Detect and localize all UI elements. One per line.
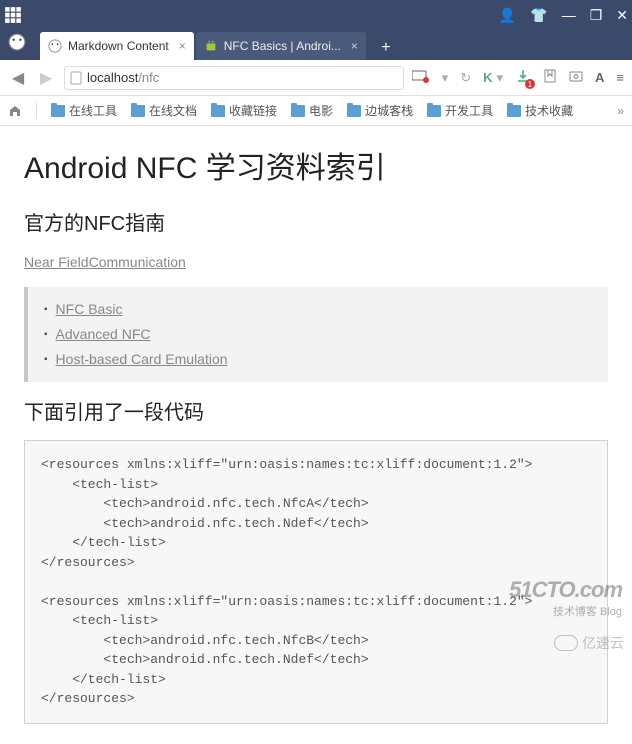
link-advanced-nfc[interactable]: Advanced NFC bbox=[56, 324, 151, 345]
minimize-button[interactable]: — bbox=[562, 7, 576, 23]
home-button[interactable] bbox=[8, 104, 22, 118]
tab-label: NFC Basics | Androi... bbox=[224, 39, 341, 53]
page-content: Android NFC 学习资料索引 官方的NFC指南 Near FieldCo… bbox=[0, 126, 632, 744]
tab-label: Markdown Content bbox=[68, 39, 169, 53]
link-nfc-basic[interactable]: NFC Basic bbox=[56, 299, 123, 320]
android-icon bbox=[204, 39, 218, 53]
folder-icon bbox=[427, 105, 441, 117]
bookmark-border-inn[interactable]: 边城客栈 bbox=[347, 102, 413, 119]
nav-tools: ▾ ↻ K ▾ 1 A ≡ bbox=[412, 68, 624, 87]
code-block: <resources xmlns:xliff="urn:oasis:names:… bbox=[24, 440, 608, 724]
folder-icon bbox=[51, 105, 65, 117]
tab-favicon-main bbox=[8, 33, 26, 51]
maximize-button[interactable]: ❐ bbox=[590, 7, 603, 24]
tab-markdown[interactable]: Markdown Content × bbox=[40, 32, 194, 60]
back-button[interactable]: ◀ bbox=[8, 68, 28, 88]
download-badge: 1 bbox=[525, 79, 535, 89]
list-item: Host-based Card Emulation bbox=[44, 347, 592, 372]
page-icon bbox=[69, 71, 83, 85]
tab-close-icon[interactable]: × bbox=[351, 39, 358, 53]
device-icon[interactable] bbox=[412, 69, 430, 86]
page-title: Android NFC 学习资料索引 bbox=[24, 146, 608, 191]
bookmarks-more[interactable]: » bbox=[617, 104, 624, 118]
bookmark-online-docs[interactable]: 在线文档 bbox=[131, 102, 197, 119]
url-bar[interactable]: localhost/nfc bbox=[64, 66, 404, 90]
folder-icon bbox=[131, 105, 145, 117]
folder-icon bbox=[291, 105, 305, 117]
download-button[interactable]: 1 bbox=[515, 68, 531, 87]
titlebar: 👤 👕 — ❐ ✕ bbox=[0, 0, 632, 30]
url-text: localhost/nfc bbox=[87, 70, 399, 85]
bookmark-online-tools[interactable]: 在线工具 bbox=[51, 102, 117, 119]
menu-icon[interactable]: ≡ bbox=[616, 70, 624, 85]
bookmark-dev-tools[interactable]: 开发工具 bbox=[427, 102, 493, 119]
section-heading-code: 下面引用了一段代码 bbox=[24, 398, 608, 428]
new-tab-button[interactable]: + bbox=[374, 36, 398, 60]
forward-button[interactable]: ▶ bbox=[36, 68, 56, 88]
bookmark-tech-fav[interactable]: 技术收藏 bbox=[507, 102, 573, 119]
dropdown-icon[interactable]: ▾ bbox=[442, 70, 449, 86]
bookmarks-bar: 在线工具 在线文档 收藏链接 电影 边城客栈 开发工具 技术收藏 » bbox=[0, 96, 632, 126]
tabbar: Markdown Content × NFC Basics | Androi..… bbox=[0, 30, 632, 60]
a-button[interactable]: A bbox=[595, 70, 604, 85]
k-dropdown-icon[interactable]: ▾ bbox=[496, 70, 503, 86]
refresh-button[interactable]: ↻ bbox=[460, 70, 471, 86]
folder-icon bbox=[507, 105, 521, 117]
k-button[interactable]: K bbox=[483, 70, 492, 85]
tab-close-icon[interactable]: × bbox=[179, 39, 186, 53]
list-item: NFC Basic bbox=[44, 297, 592, 322]
app-menu-icon[interactable] bbox=[4, 6, 22, 24]
list-item: Advanced NFC bbox=[44, 322, 592, 347]
link-nfc-comm[interactable]: Near FieldCommunication bbox=[24, 254, 186, 270]
person-icon[interactable]: 👤 bbox=[499, 7, 516, 24]
section-heading-official: 官方的NFC指南 bbox=[24, 209, 608, 239]
quote-box: NFC Basic Advanced NFC Host-based Card E… bbox=[24, 287, 608, 382]
separator bbox=[36, 103, 37, 119]
folder-icon bbox=[347, 105, 361, 117]
hand-icon[interactable]: 👕 bbox=[530, 7, 547, 24]
bookmark-movies[interactable]: 电影 bbox=[291, 102, 333, 119]
folder-icon bbox=[211, 105, 225, 117]
link-host-emulation[interactable]: Host-based Card Emulation bbox=[56, 349, 228, 370]
bookmark-fav-links[interactable]: 收藏链接 bbox=[211, 102, 277, 119]
close-button[interactable]: ✕ bbox=[616, 7, 628, 24]
smiley-icon bbox=[48, 39, 62, 53]
bookmark-icon[interactable] bbox=[543, 69, 557, 86]
navbar: ◀ ▶ localhost/nfc ▾ ↻ K ▾ 1 A ≡ bbox=[0, 60, 632, 96]
camera-icon[interactable] bbox=[569, 69, 583, 86]
tab-nfc[interactable]: NFC Basics | Androi... × bbox=[196, 32, 366, 60]
